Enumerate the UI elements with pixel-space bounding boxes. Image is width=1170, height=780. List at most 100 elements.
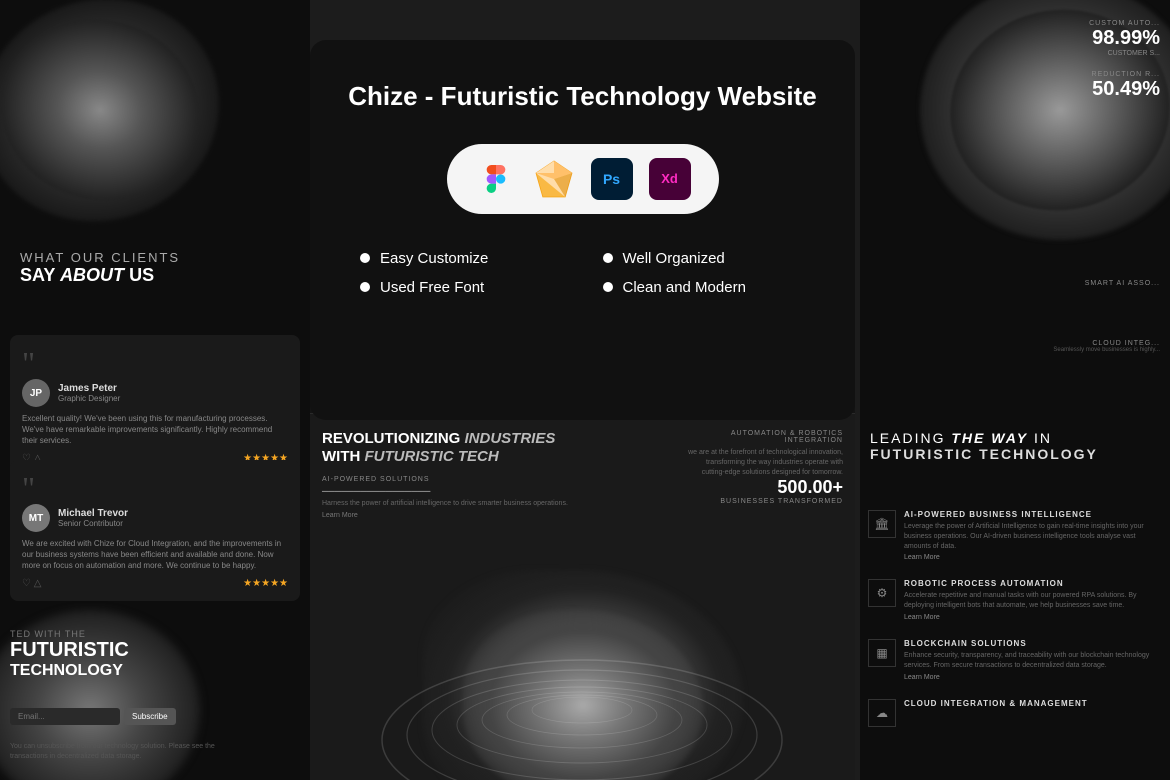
stat-value-2: 50.49%	[1089, 78, 1160, 101]
feature-title-4: CLOUD INTEGRATION & MANAGEMENT	[904, 699, 1088, 708]
avatar-1: JP	[22, 379, 50, 407]
right-features-list: 🏛 AI-POWERED BUSINESS INTELLIGENCE Lever…	[868, 510, 1162, 745]
feature-label-4: Clean and Modern	[623, 279, 746, 296]
quote-mark-2: "	[22, 472, 288, 504]
sketch-icon	[533, 158, 575, 200]
feature-content-4: CLOUD INTEGRATION & MANAGEMENT	[904, 699, 1088, 727]
quote-mark-1: "	[22, 347, 288, 379]
cta-line1: TED WITH THE	[10, 629, 129, 639]
subscribe-button[interactable]: Subscribe	[124, 708, 176, 725]
ai-label: AI-POWERED SOLUTIONS	[322, 476, 673, 483]
feature-desc-3: Enhance security, transparency, and trac…	[904, 651, 1162, 671]
learn-more-2[interactable]: Learn More	[904, 614, 1162, 621]
features-grid: Easy Customize Well Organized Used Free …	[340, 250, 825, 296]
stat-number: 500.00+	[683, 477, 843, 498]
feature-content-1: AI-POWERED BUSINESS INTELLIGENCE Leverag…	[904, 510, 1162, 561]
feature-content-2: ROBOTIC PROCESS AUTOMATION Accelerate re…	[904, 579, 1162, 621]
feature-dot-2	[603, 253, 613, 263]
stat-text: BUSINESSES TRANSFORMED	[683, 498, 843, 505]
bottom-cta-text: TED WITH THE FUTURISTIC TECHNOLOGY	[10, 629, 129, 680]
reviewer-role-1: Graphic Designer	[58, 394, 120, 403]
feature-title-2: ROBOTIC PROCESS AUTOMATION	[904, 579, 1162, 588]
newsletter-form: Subscribe	[10, 708, 176, 725]
avatar-2: MT	[22, 504, 50, 532]
stat-item-1: CUSTOM AUTO... 98.99% CUSTOMER S...	[1089, 20, 1160, 57]
hero-line1: REVOLUTIONIZING INDUSTRIES	[322, 430, 673, 448]
leading-line2: FUTURISTIC TECHNOLOGY	[870, 446, 1098, 462]
say-about-text: SAY ABOUT US	[20, 265, 180, 286]
cloud-desc: Seamlessly move businesses is highly...	[1053, 347, 1160, 355]
hero-right: AUTOMATION & ROBOTICS INTEGRATION we are…	[683, 430, 843, 519]
clients-section-heading: WHAT OUR CLIENTS SAY ABOUT US	[20, 250, 180, 286]
reviewer-1: JP James Peter Graphic Designer	[22, 379, 288, 407]
right-feature-2: ⚙ ROBOTIC PROCESS AUTOMATION Accelerate …	[868, 579, 1162, 621]
right-feature-4: ☁ CLOUD INTEGRATION & MANAGEMENT	[868, 699, 1162, 727]
learn-more-hero[interactable]: Learn More	[322, 512, 673, 519]
card-title: Chize - Futuristic Technology Website	[348, 80, 817, 114]
newsletter-note2: transactions in decentralized data stora…	[10, 753, 142, 760]
feature-title-3: BLOCKCHAIN SOLUTIONS	[904, 639, 1162, 648]
stat-sublabel-1: CUSTOMER S...	[1089, 50, 1160, 57]
reviewer-info-1: James Peter Graphic Designer	[58, 383, 120, 403]
cloud-integration-label: CLOUD INTEG... Seamlessly move businesse…	[1053, 340, 1160, 355]
feature-icon-4: ☁	[868, 699, 896, 727]
reviewer-name-2: Michael Trevor	[58, 508, 128, 519]
blob-lines-svg	[310, 560, 855, 780]
cta-line2: FUTURISTIC	[10, 639, 129, 662]
photoshop-icon: Ps	[591, 158, 633, 200]
newsletter-input[interactable]	[10, 708, 120, 725]
feature-icon-2: ⚙	[868, 579, 896, 607]
automation-label: AUTOMATION & ROBOTICS INTEGRATION	[683, 430, 843, 444]
reviewer-2: MT Michael Trevor Senior Contributor	[22, 504, 288, 532]
bottom-blob-area: TED WITH THE FUTURISTIC TECHNOLOGY Subsc…	[0, 550, 310, 780]
ai-title: ─────────────────	[322, 486, 673, 496]
feature-dot-3	[360, 282, 370, 292]
learn-more-1[interactable]: Learn More	[904, 554, 1162, 561]
feature-desc-2: Accelerate repetitive and manual tasks w…	[904, 591, 1162, 611]
feature-clean-modern: Clean and Modern	[603, 279, 806, 296]
leading-text: LEADING THE WAY IN FUTURISTIC TECHNOLOGY	[870, 430, 1098, 462]
feature-label-1: Easy Customize	[380, 250, 488, 267]
hero-left: REVOLUTIONIZING INDUSTRIES WITH FUTURIST…	[322, 430, 673, 519]
hero-line2: WITH FUTURISTIC TECH	[322, 448, 673, 466]
what-text: WHAT OUR CLIENTS	[20, 250, 180, 265]
feature-desc-1: Leverage the power of Artificial Intelli…	[904, 522, 1162, 551]
testimonial-1: " JP James Peter Graphic Designer Excell…	[10, 335, 300, 476]
feature-dot-1	[360, 253, 370, 263]
right-feature-3: ▦ BLOCKCHAIN SOLUTIONS Enhance security,…	[868, 639, 1162, 681]
feature-icon-3: ▦	[868, 639, 896, 667]
preview-blob-area	[310, 560, 855, 780]
tools-pill: Ps Xd	[447, 144, 719, 214]
cloud-title: CLOUD INTEG...	[1053, 340, 1160, 347]
feature-label-2: Well Organized	[623, 250, 725, 267]
center-card: Chize - Futuristic Technology Website	[310, 40, 855, 420]
newsletter-note: You can unsubscribe from our technology …	[10, 743, 215, 750]
automation-desc: we are at the forefront of technological…	[683, 448, 843, 477]
right-stats: CUSTOM AUTO... 98.99% CUSTOMER S... REDU…	[1089, 20, 1160, 115]
reviewer-role-2: Senior Contributor	[58, 519, 128, 528]
feature-easy-customize: Easy Customize	[360, 250, 563, 267]
leading-line1: LEADING THE WAY IN	[870, 430, 1098, 446]
feature-dot-4	[603, 282, 613, 292]
feature-icon-1: 🏛	[868, 510, 896, 538]
figma-icon	[475, 158, 517, 200]
reviewer-info-2: Michael Trevor Senior Contributor	[58, 508, 128, 528]
right-panel: CUSTOM AUTO... 98.99% CUSTOMER S... REDU…	[860, 0, 1170, 780]
learn-more-3[interactable]: Learn More	[904, 674, 1162, 681]
smart-ai-label: SMART AI ASSO...	[1085, 280, 1160, 287]
testimonial-text-1: Excellent quality! We've been using this…	[22, 413, 288, 447]
preview-hero: REVOLUTIONIZING INDUSTRIES WITH FUTURIST…	[310, 414, 855, 527]
ai-desc: Harness the power of artificial intellig…	[322, 499, 673, 509]
feature-free-font: Used Free Font	[360, 279, 563, 296]
stat-label-2: REDUCTION R...	[1089, 71, 1160, 78]
stat-label-1: CUSTOM AUTO...	[1089, 20, 1160, 27]
website-preview: Chize Home About Contact How it Works EX…	[310, 385, 855, 780]
hero-headline: REVOLUTIONIZING INDUSTRIES WITH FUTURIST…	[322, 430, 673, 466]
left-panel: WHAT OUR CLIENTS SAY ABOUT US " JP James…	[0, 0, 310, 780]
stat-item-2: REDUCTION R... 50.49%	[1089, 71, 1160, 101]
feature-title-1: AI-POWERED BUSINESS INTELLIGENCE	[904, 510, 1162, 519]
reviewer-name-1: James Peter	[58, 383, 120, 394]
feature-well-organized: Well Organized	[603, 250, 806, 267]
feature-content-3: BLOCKCHAIN SOLUTIONS Enhance security, t…	[904, 639, 1162, 681]
right-feature-1: 🏛 AI-POWERED BUSINESS INTELLIGENCE Lever…	[868, 510, 1162, 561]
